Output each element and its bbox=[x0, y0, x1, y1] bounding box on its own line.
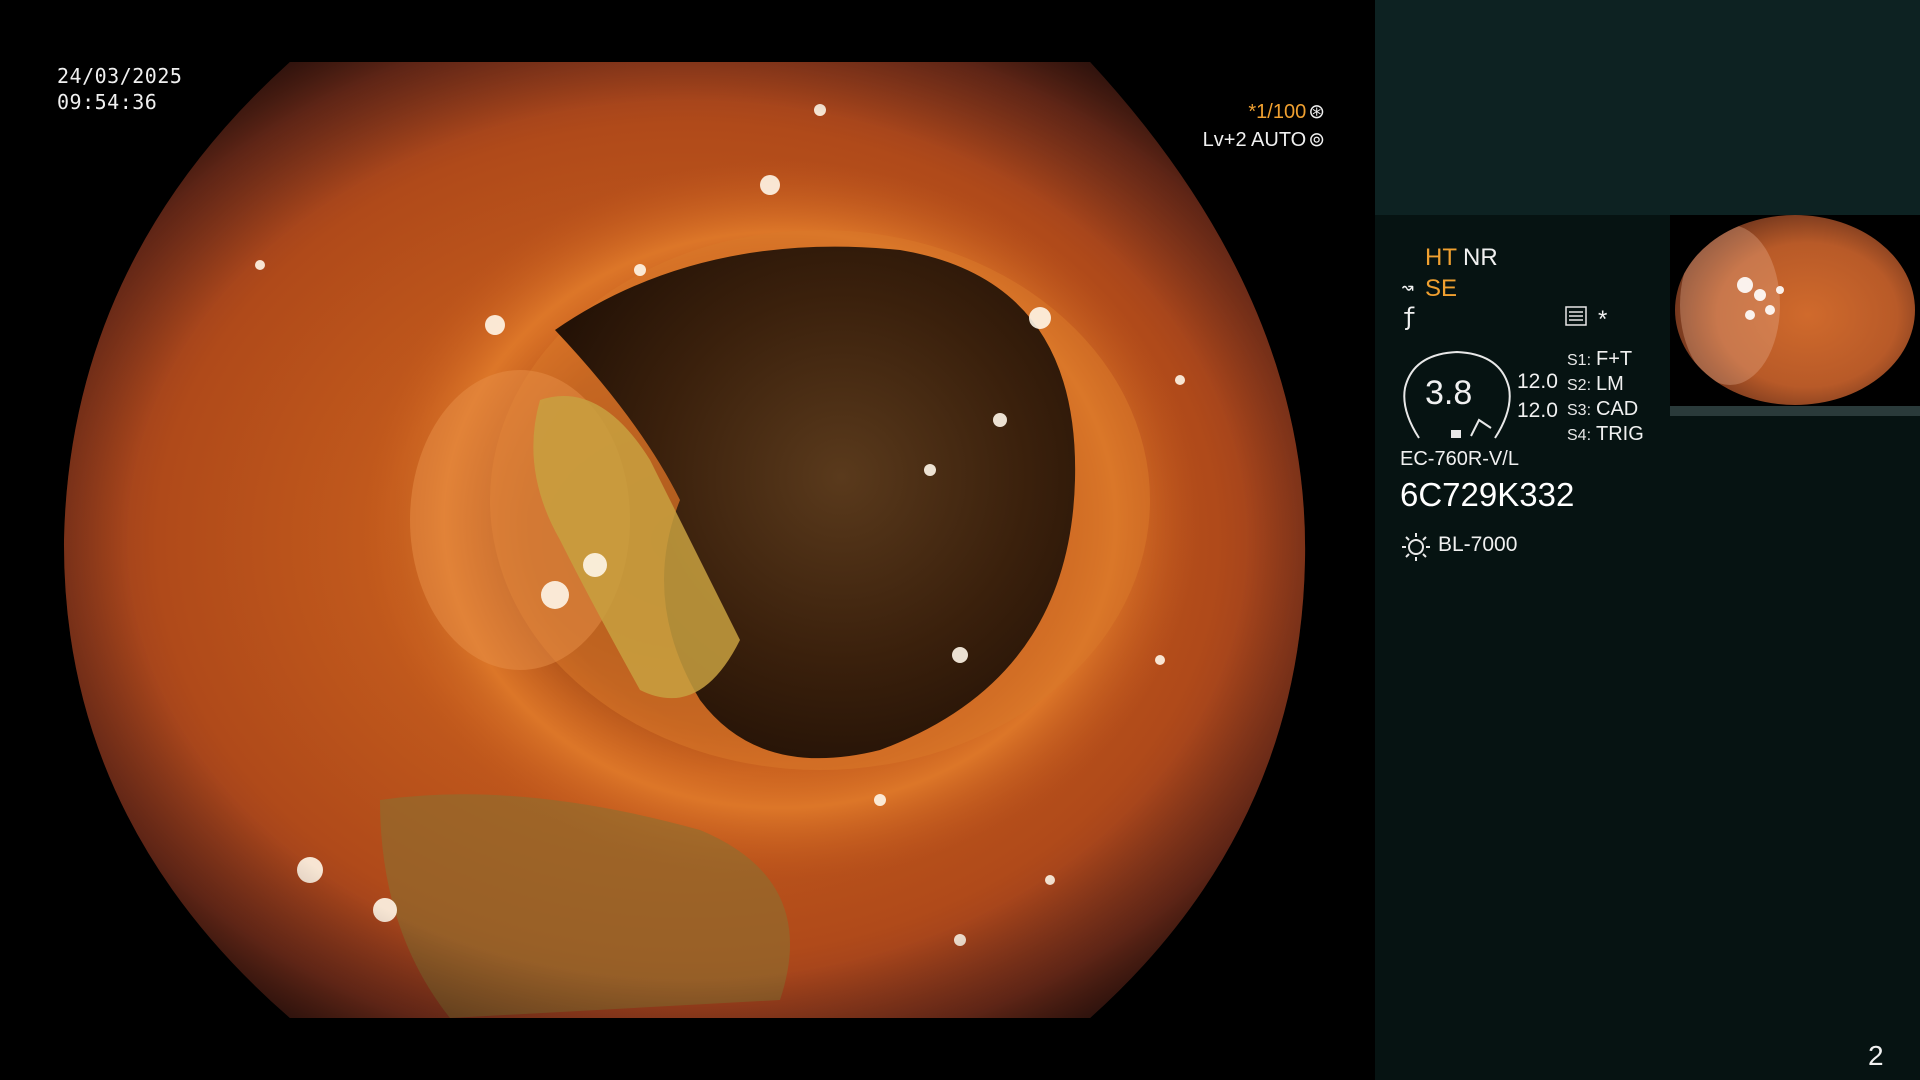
shutter-value: *1/100 bbox=[1248, 101, 1307, 123]
thumbnail-status-bar bbox=[1670, 406, 1920, 416]
switch-1-value: F+T bbox=[1596, 348, 1633, 370]
switch-2-label: S2: bbox=[1567, 377, 1592, 394]
time-readout: 09:54:36 bbox=[57, 90, 158, 114]
switch-4-label: S4: bbox=[1567, 427, 1592, 444]
tilde-arrow-icon: ↝ bbox=[1401, 276, 1415, 301]
shutter-readout: *1/100 ⊛ bbox=[1248, 99, 1325, 124]
gauge-value: 3.8 bbox=[1425, 374, 1473, 412]
panel-header-area bbox=[1375, 0, 1920, 215]
page-number: 2 bbox=[1868, 1040, 1884, 1071]
date-readout: 24/03/2025 bbox=[57, 64, 183, 88]
mode-nr: NR bbox=[1463, 244, 1498, 271]
f-hook-icon: ƒ bbox=[1402, 303, 1417, 331]
list-menu-icon bbox=[1565, 306, 1587, 326]
mode-se: SE bbox=[1425, 275, 1458, 302]
light-source-icon bbox=[1402, 533, 1430, 561]
iris-icon: ⊚ bbox=[1308, 129, 1325, 151]
switch-2-value: LM bbox=[1596, 373, 1624, 395]
scope-model: EC-760R-V/L bbox=[1400, 448, 1519, 470]
aperture-icon: ⊛ bbox=[1308, 101, 1325, 123]
value-2: 12.0 bbox=[1517, 399, 1558, 422]
status-panel: HT NR ↝ SE ƒ * 3.8 12.0 12.0 S1: F+T S2:… bbox=[1375, 0, 1920, 1080]
switch-3-value: CAD bbox=[1596, 398, 1639, 420]
star-indicator: * bbox=[1598, 306, 1608, 333]
value-1: 12.0 bbox=[1517, 370, 1558, 393]
switch-3-label: S3: bbox=[1567, 402, 1592, 419]
mode-ht: HT bbox=[1425, 244, 1457, 271]
brightness-level-readout: Lv+2 AUTO ⊚ bbox=[1203, 127, 1325, 152]
endoscope-view: 24/03/2025 09:54:36 *1/100 ⊛ Lv+2 AUTO ⊚ bbox=[0, 0, 1375, 1080]
reference-thumbnail[interactable] bbox=[1670, 215, 1920, 415]
switch-4-value: TRIG bbox=[1596, 423, 1644, 445]
scope-serial: 6C729K332 bbox=[1400, 476, 1575, 513]
endoscope-image bbox=[63, 62, 1306, 1018]
switch-1-label: S1: bbox=[1567, 352, 1592, 369]
level-value: Lv+2 AUTO bbox=[1202, 129, 1307, 151]
light-source-model: BL-7000 bbox=[1438, 533, 1518, 556]
thumbnail-image bbox=[1675, 215, 1915, 405]
